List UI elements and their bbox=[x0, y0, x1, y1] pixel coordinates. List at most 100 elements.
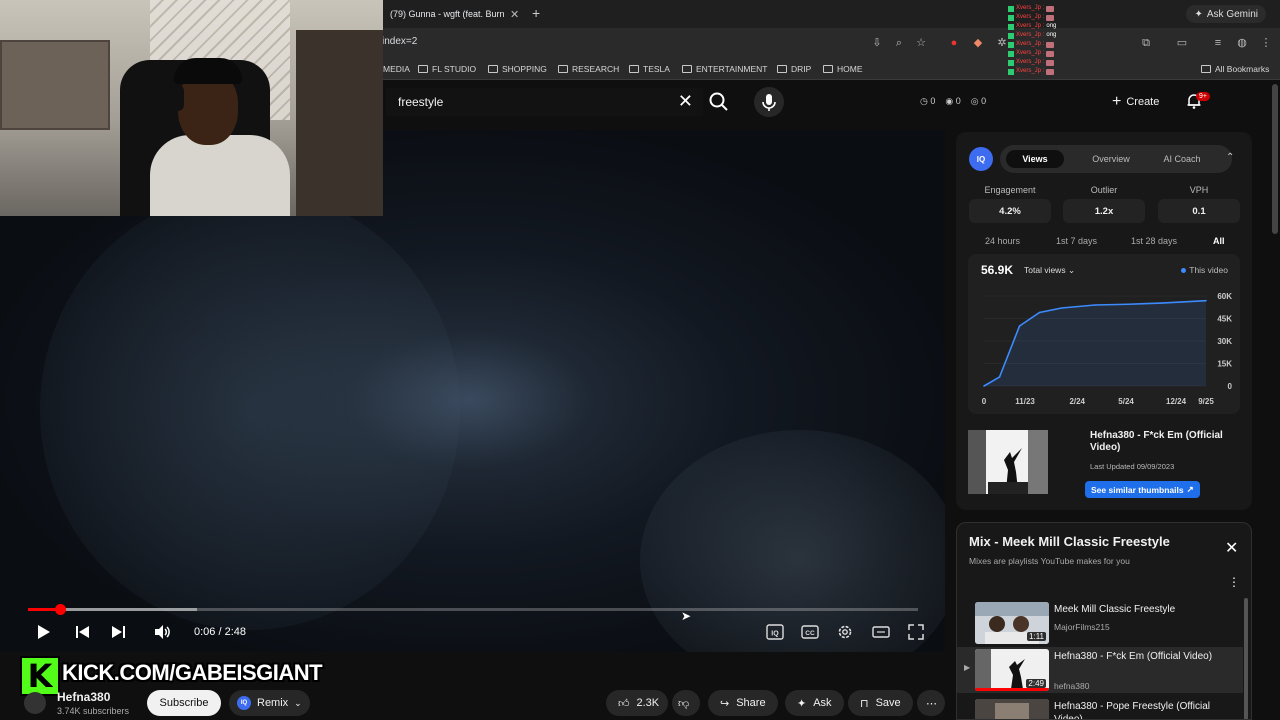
mix-title[interactable]: Mix - Meek Mill Classic Freestyle bbox=[969, 534, 1170, 549]
bookmark-drip[interactable]: DRIP bbox=[777, 64, 811, 74]
stat-eye: ◉ 0 bbox=[945, 96, 961, 106]
remix-button[interactable]: IQ Remix ⌄ bbox=[229, 690, 310, 716]
ask-button[interactable]: ✦ Ask bbox=[785, 690, 844, 716]
tab-ai-coach[interactable]: AI Coach bbox=[1150, 150, 1214, 168]
playlist-item[interactable]: Hefna380 - Pope Freestyle (Official Vide… bbox=[957, 697, 1243, 720]
browser-tab[interactable]: (79) Gunna - wgft (feat. Burn bbox=[382, 2, 524, 26]
see-similar-thumbnails-button[interactable]: See similar thumbnails ↗ bbox=[1085, 481, 1200, 498]
extension-gear-icon[interactable]: ✲ bbox=[996, 37, 1008, 49]
playlist-item-channel: MajorFilms215 bbox=[1054, 622, 1110, 632]
bookmark-media[interactable]: MEDIA bbox=[383, 64, 410, 74]
extensions-puzzle-icon[interactable]: ⧉ bbox=[1140, 37, 1152, 49]
tab-overview[interactable]: Overview bbox=[1076, 150, 1146, 168]
tab-close-icon[interactable]: ✕ bbox=[510, 8, 519, 21]
bookmark-label: MEDIA bbox=[383, 64, 410, 74]
create-button[interactable]: + Create bbox=[1108, 90, 1163, 114]
install-icon[interactable]: ⇩ bbox=[871, 37, 883, 49]
like-button[interactable]: 👍︎ 2.3K bbox=[606, 690, 668, 716]
bookmark-label: HOME bbox=[837, 64, 863, 74]
search-icon[interactable] bbox=[705, 88, 733, 116]
extension-fox-icon[interactable]: ◆ bbox=[972, 37, 984, 49]
tab-search-icon[interactable]: ▭ bbox=[1176, 37, 1188, 49]
fullscreen-icon[interactable] bbox=[906, 622, 926, 642]
chat-text: ong bbox=[1046, 23, 1057, 29]
more-vertical-icon[interactable]: ⋮ bbox=[1228, 575, 1240, 589]
all-bookmarks[interactable]: All Bookmarks bbox=[1201, 64, 1269, 74]
progress-bar[interactable] bbox=[28, 604, 918, 615]
address-bar[interactable]: index=2 bbox=[382, 36, 417, 47]
plus-icon: + bbox=[1112, 93, 1122, 110]
iq-overlay-icon[interactable]: IQ bbox=[765, 622, 785, 642]
chat-message: Xvers_Jp : bbox=[1008, 58, 1098, 67]
playlist-item-now-playing[interactable]: ▶ 2:49 Hefna380 - F*ck Em (Official Vide… bbox=[957, 647, 1243, 693]
theater-mode-icon[interactable] bbox=[871, 622, 891, 642]
channel-avatar[interactable] bbox=[24, 692, 46, 714]
search-input[interactable]: freestyle bbox=[398, 95, 443, 109]
profile-icon[interactable]: ◍ bbox=[1236, 37, 1248, 49]
dislike-button[interactable]: 👎︎ bbox=[672, 690, 700, 716]
playlist-item-channel: hefna380 bbox=[1054, 681, 1090, 691]
streamer-webcam bbox=[0, 0, 383, 216]
reading-list-icon[interactable]: ≡ bbox=[1212, 37, 1224, 49]
kick-k-glyph: K bbox=[27, 657, 53, 695]
series-point bbox=[1060, 307, 1063, 309]
share-button[interactable]: ↪ Share bbox=[708, 690, 778, 716]
chat-username: Xvers_Jp : bbox=[1016, 23, 1045, 29]
next-icon[interactable] bbox=[108, 622, 128, 642]
voice-search-button[interactable] bbox=[754, 87, 784, 117]
similar-label: See similar thumbnails bbox=[1091, 484, 1184, 495]
video-thumbnail[interactable] bbox=[968, 430, 1048, 494]
bookmark-shopping[interactable]: SHOPPING bbox=[488, 64, 547, 74]
play-icon[interactable] bbox=[33, 622, 53, 642]
playlist-item-title: Hefna380 - Pope Freestyle (Official Vide… bbox=[1054, 701, 1211, 720]
bookmark-home[interactable]: HOME bbox=[823, 64, 863, 74]
range-24-hours[interactable]: 24 hours bbox=[985, 236, 1020, 246]
bookmark-tesla[interactable]: TESLA bbox=[629, 64, 670, 74]
chat-username: Xvers_Jp : bbox=[1016, 59, 1045, 65]
range-28-days[interactable]: 1st 28 days bbox=[1131, 236, 1177, 246]
external-link-icon: ↗ bbox=[1186, 484, 1194, 494]
playlist-item[interactable]: 1:11 Meek Mill Classic Freestyle MajorFi… bbox=[957, 600, 1243, 646]
search-box[interactable]: freestyle ✕ bbox=[386, 88, 703, 116]
settings-gear-icon[interactable] bbox=[835, 622, 855, 642]
menu-kebab-icon[interactable]: ⋮ bbox=[1260, 37, 1272, 49]
bookmark-fl-studio[interactable]: FL STUDIO bbox=[418, 64, 476, 74]
previous-icon[interactable] bbox=[73, 622, 93, 642]
progress-scrubber[interactable] bbox=[55, 604, 67, 615]
mix-subtitle: Mixes are playlists YouTube makes for yo… bbox=[969, 556, 1130, 566]
subscribe-button[interactable]: Subscribe bbox=[147, 690, 221, 716]
collapse-chevron-icon[interactable]: ⌃ bbox=[1226, 152, 1234, 163]
more-actions-button[interactable]: ⋯ bbox=[917, 690, 945, 716]
new-tab-icon[interactable]: + bbox=[532, 5, 540, 21]
folder-icon bbox=[1201, 65, 1211, 73]
chat-message: Xvers_Jp : bbox=[1008, 67, 1098, 76]
stat-value: 0 bbox=[955, 96, 961, 106]
folder-icon bbox=[558, 65, 568, 73]
zoom-icon[interactable]: ⌕ bbox=[893, 37, 905, 49]
bookmark-entertainment[interactable]: ENTERTAINMENT bbox=[682, 64, 767, 74]
bookmark-research[interactable]: RESEARCH bbox=[558, 64, 619, 74]
range-7-days[interactable]: 1st 7 days bbox=[1056, 236, 1097, 246]
clear-search-icon[interactable]: ✕ bbox=[678, 91, 693, 112]
extension-red-icon[interactable]: ● bbox=[948, 37, 960, 49]
chat-badge-icon bbox=[1008, 68, 1014, 75]
bookmark-star-icon[interactable]: ☆ bbox=[915, 37, 927, 49]
bookmark-icon: ⊓ bbox=[860, 697, 869, 710]
metric-vph-value: 0.1 bbox=[1158, 199, 1240, 223]
x-tick-label: 12/24 bbox=[1166, 397, 1187, 406]
ask-gemini-button[interactable]: ✦ Ask Gemini bbox=[1186, 5, 1266, 23]
close-icon[interactable]: ✕ bbox=[1225, 538, 1238, 558]
time-display: 0:06 / 2:48 bbox=[194, 626, 246, 638]
thumbs-down-icon: 👎︎ bbox=[678, 697, 690, 710]
playlist-item-title: Hefna380 - F*ck Em (Official Video) bbox=[1054, 651, 1213, 662]
captions-icon[interactable]: CC bbox=[800, 622, 820, 642]
range-all[interactable]: All bbox=[1213, 236, 1225, 246]
video-frame-shadow bbox=[40, 190, 460, 630]
channel-name[interactable]: Hefna380 bbox=[57, 690, 110, 704]
volume-icon[interactable] bbox=[152, 622, 172, 642]
tab-views[interactable]: Views bbox=[1006, 150, 1064, 168]
svg-text:CC: CC bbox=[805, 630, 815, 637]
playlist-scrollbar[interactable] bbox=[1244, 598, 1248, 719]
save-button[interactable]: ⊓ Save bbox=[848, 690, 913, 716]
page-scrollbar[interactable] bbox=[1272, 84, 1278, 234]
